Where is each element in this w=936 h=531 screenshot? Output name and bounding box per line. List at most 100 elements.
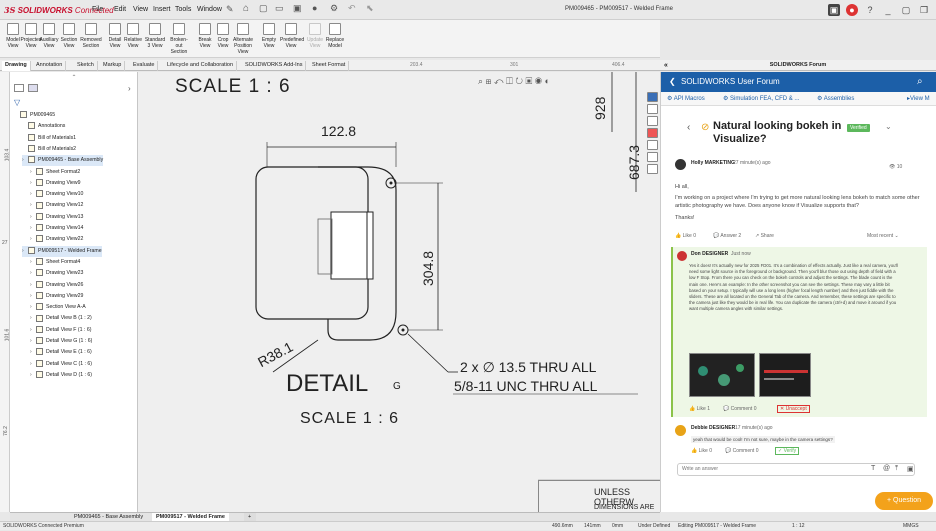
- open-icon[interactable]: ▭: [275, 3, 284, 14]
- mention-icon[interactable]: @: [883, 465, 890, 472]
- tree-item[interactable]: › Detail View G (1 : 6): [30, 336, 92, 347]
- ribbon-tool-replace-model[interactable]: Replace Model: [324, 23, 346, 57]
- previous-view-icon[interactable]: ⤺: [494, 76, 504, 86]
- category-api-macros[interactable]: ⚙ API Macros: [667, 92, 705, 106]
- file-explorer-icon[interactable]: [647, 116, 658, 126]
- dimension-304[interactable]: 304.8: [420, 251, 436, 286]
- ribbon-tool-section-view[interactable]: Section View: [58, 23, 80, 57]
- ribbon-tool-empty-view[interactable]: Empty View: [258, 23, 280, 57]
- ribbon-tool-predefined-view[interactable]: Predefined View: [280, 23, 304, 57]
- zoom-area-icon[interactable]: ⊞: [486, 76, 492, 86]
- text-format-icon[interactable]: T: [871, 465, 875, 472]
- comment-like-button[interactable]: 👍 Like 0: [691, 448, 712, 454]
- appearances-icon[interactable]: [647, 128, 658, 138]
- design-library-icon[interactable]: [647, 104, 658, 114]
- search-commands-icon[interactable]: ▣: [828, 4, 840, 16]
- tree-item[interactable]: › Drawing View10: [30, 189, 83, 200]
- tab-drawing[interactable]: Drawing: [2, 61, 31, 71]
- pin-icon[interactable]: ✎: [226, 4, 234, 15]
- help-icon[interactable]: ?: [864, 4, 876, 16]
- rotate-icon[interactable]: ↻: [515, 76, 523, 86]
- answer-button[interactable]: 💬 Answer 2: [713, 233, 741, 239]
- tile-icon[interactable]: ❐: [918, 4, 930, 16]
- hole-callout-line1[interactable]: 2 x ∅ 13.5 THRU ALL: [460, 359, 596, 376]
- user-avatar-icon[interactable]: ●: [846, 4, 858, 16]
- question-menu-icon[interactable]: ⌄: [885, 122, 892, 131]
- hide-show-icon[interactable]: ◉: [535, 76, 542, 86]
- tree-item[interactable]: › Drawing View13: [30, 212, 83, 223]
- expand-arrow-icon[interactable]: ›: [128, 84, 131, 93]
- ribbon-tool-broken-out-section[interactable]: Broken-out Section: [168, 23, 190, 57]
- reply-author[interactable]: Don DESIGNER: [691, 251, 728, 257]
- bokeh-image-thumbnail[interactable]: [689, 353, 755, 397]
- tree-item[interactable]: Annotations: [22, 121, 65, 132]
- tree-item[interactable]: › Drawing View23: [30, 268, 83, 279]
- tree-item[interactable]: › Drawing View9: [30, 178, 81, 189]
- tree-item[interactable]: › Detail View F (1 : 6): [30, 325, 91, 336]
- dimension-122[interactable]: 122.8: [321, 123, 356, 139]
- question-author[interactable]: Holly MARKETING: [691, 160, 735, 166]
- undo-icon[interactable]: ↶: [348, 3, 356, 14]
- answer-input[interactable]: [677, 463, 915, 476]
- drawing-sheet[interactable]: SCALE 1 : 6 122.8 928 687.3 304.8 R38.1 …: [138, 72, 660, 512]
- custom-properties-icon[interactable]: [647, 152, 658, 162]
- save-icon[interactable]: ▣: [293, 3, 302, 14]
- collapse-pane-icon[interactable]: «: [664, 60, 668, 71]
- ribbon-tool-auxiliary-view[interactable]: Auxiliary View: [38, 23, 60, 57]
- menu-window[interactable]: Window: [197, 6, 222, 13]
- tab-addins[interactable]: SOLIDWORKS Add-Ins: [242, 61, 307, 71]
- tab-sheet-format[interactable]: Sheet Format: [309, 61, 350, 71]
- avatar[interactable]: [675, 159, 686, 170]
- menu-file[interactable]: File: [92, 6, 103, 13]
- image-icon[interactable]: ▣: [907, 465, 914, 473]
- menu-insert[interactable]: Insert: [153, 6, 171, 13]
- ribbon-tool-crop-view[interactable]: Crop View: [212, 23, 234, 57]
- tree-item[interactable]: Bill of Materials1: [22, 133, 76, 144]
- ribbon-tool-standard-3-view[interactable]: Standard 3 View: [144, 23, 166, 57]
- tree-item[interactable]: › Detail View D (1 : 6): [30, 370, 92, 381]
- avatar[interactable]: [677, 251, 687, 261]
- tree-item[interactable]: › Sheet Format2: [30, 167, 80, 178]
- menu-tools[interactable]: Tools: [175, 6, 191, 13]
- avatar[interactable]: [675, 425, 686, 436]
- display-style-icon[interactable]: ▣: [525, 76, 532, 86]
- ribbon-tool-removed-section[interactable]: Removed Section: [80, 23, 102, 57]
- upload-icon[interactable]: ⤒: [895, 465, 898, 473]
- new-document-icon[interactable]: ▢: [259, 3, 268, 14]
- tab-lifecycle[interactable]: Lifecycle and Collaboration: [164, 61, 238, 71]
- tree-item[interactable]: › Detail View E (1 : 6): [30, 347, 92, 358]
- tree-item[interactable]: › Section View A-A: [30, 302, 86, 313]
- filter-icon[interactable]: ▽: [14, 98, 20, 107]
- tab-annotation[interactable]: Annotation: [33, 61, 67, 71]
- reply-comment-button[interactable]: 💬 Comment 0: [723, 406, 756, 412]
- ribbon-tool-alternate-position-view[interactable]: Alternate Position View: [232, 23, 254, 57]
- reply-like-button[interactable]: 👍 Like 1: [689, 406, 710, 412]
- view-palette-icon[interactable]: [647, 140, 658, 150]
- menu-edit[interactable]: Edit: [114, 6, 126, 13]
- comment-author[interactable]: Debbie DESIGNER: [691, 425, 735, 431]
- feature-tree-tab-icon[interactable]: [14, 84, 24, 92]
- tree-item[interactable]: › PM009465 - Base Assembly: [22, 155, 104, 167]
- appearance-icon[interactable]: ◐: [544, 76, 549, 86]
- options-gear-icon[interactable]: ⚙: [330, 3, 338, 14]
- share-button[interactable]: ↗ Share: [755, 233, 774, 239]
- tree-item[interactable]: › Drawing View14: [30, 223, 83, 234]
- print-icon[interactable]: ●: [312, 3, 317, 13]
- tab-sketch[interactable]: Sketch: [74, 61, 98, 71]
- tree-item[interactable]: › Detail View B (1 : 2): [30, 313, 92, 324]
- tree-item[interactable]: › Detail View C (1 : 6): [30, 359, 92, 370]
- tree-item[interactable]: › Drawing View22: [30, 234, 83, 245]
- new-question-button[interactable]: + Question: [875, 492, 933, 510]
- category-assemblies[interactable]: ⚙ Assemblies: [817, 92, 854, 106]
- tab-evaluate[interactable]: Evaluate: [130, 61, 159, 71]
- home-icon[interactable]: ⌂: [243, 3, 249, 14]
- tree-item[interactable]: PM009465: [14, 110, 55, 121]
- tree-item[interactable]: › Drawing View26: [30, 280, 83, 291]
- restore-icon[interactable]: ▢: [900, 4, 912, 16]
- select-icon[interactable]: ⬉: [366, 3, 374, 14]
- search-icon[interactable]: ⌕: [917, 72, 923, 92]
- dimension-928[interactable]: 928: [592, 97, 608, 120]
- minimize-icon[interactable]: _: [882, 4, 894, 16]
- like-button[interactable]: 👍 Like 0: [675, 233, 696, 239]
- comment-comment-button[interactable]: 💬 Comment 0: [725, 448, 758, 454]
